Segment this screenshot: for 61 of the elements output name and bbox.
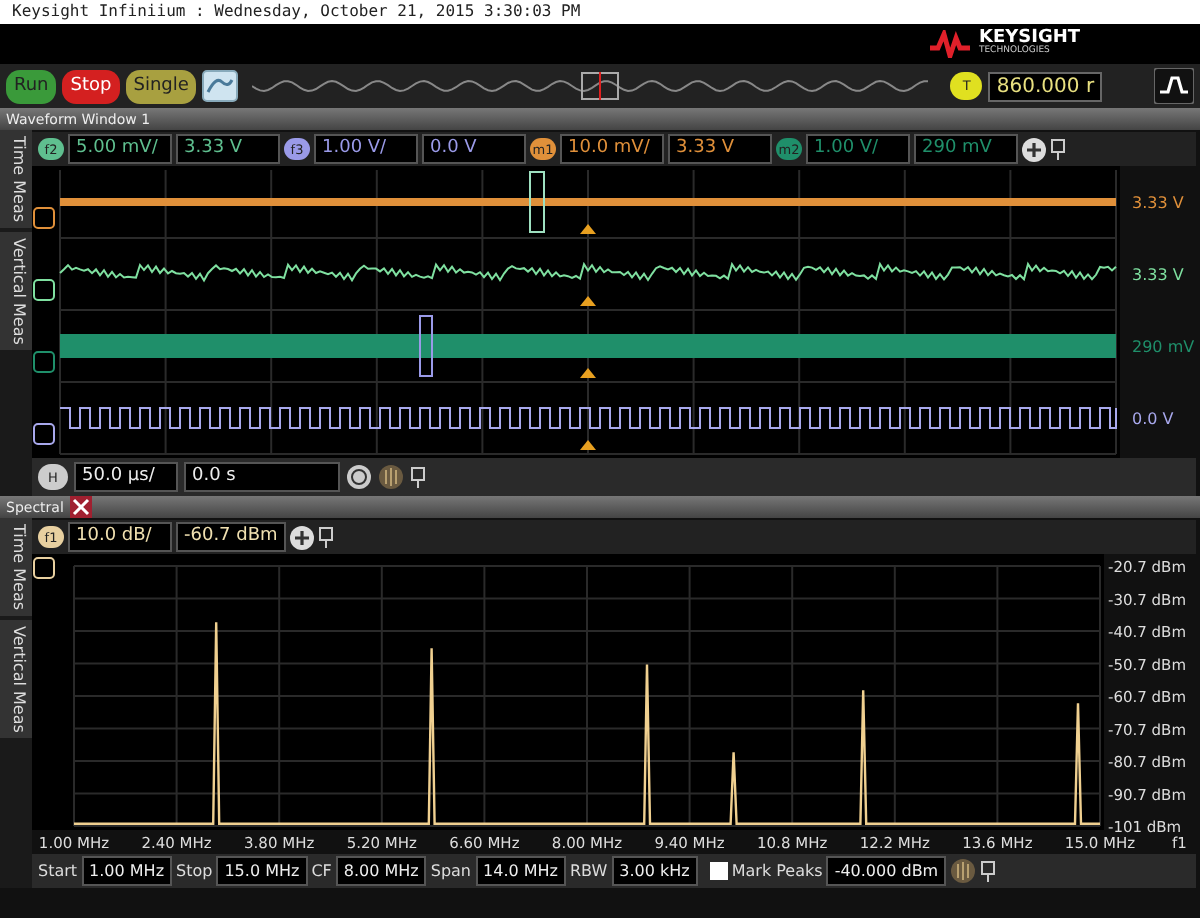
marker-box-icon[interactable] [419,315,433,377]
field-label: RBW [570,862,608,880]
field-label: CF [311,862,332,880]
frequency-field[interactable]: 1.00 MHz [81,856,173,886]
pin-icon[interactable] [317,526,334,548]
scale-field[interactable]: 10.0 dB/ [68,522,172,552]
window-title: Keysight Infiniium : Wednesday, October 21, 2015 3:30:03 PM [0,0,1200,24]
zoom-icon[interactable] [346,464,372,490]
trace-marker-icon[interactable] [33,207,55,229]
time-position-field[interactable]: 0.0 s [184,462,340,492]
close-icon[interactable] [69,496,92,518]
offset-field[interactable]: 3.33 V [176,134,280,164]
offset-field[interactable]: 0.0 V [422,134,526,164]
frequency-field[interactable]: 8.00 MHz [335,856,427,886]
side-tab[interactable]: Time Meas [0,518,32,617]
trace-level-label: 3.33 V [1132,266,1184,284]
add-icon[interactable] [1022,137,1046,161]
trace-level-label: 290 mV [1132,338,1195,356]
offset-field[interactable]: 290 mV [914,134,1018,164]
autoscale-icon[interactable] [202,70,239,102]
acquisition-button[interactable]: Run [6,69,57,103]
scale-field[interactable]: 1.00 V/ [806,134,910,164]
trace-marker-icon[interactable] [33,423,55,445]
mark-peaks-checkbox[interactable] [709,862,728,880]
scale-field[interactable]: 5.00 mV/ [68,134,172,164]
trigger-marker-icon [580,296,596,306]
offset-field[interactable]: -60.7 dBm [176,522,286,552]
field-label: Stop [176,862,213,880]
time-scale-field[interactable]: 50.0 µs/ [74,462,178,492]
offset-field[interactable]: 3.33 V [668,134,772,164]
threshold-field[interactable]: -40.000 dBm [826,856,947,886]
trace-level-label: 3.33 V [1132,194,1184,212]
field-label: Start [38,862,78,880]
add-icon[interactable] [289,525,314,549]
pin-icon[interactable] [980,860,997,882]
scale-field[interactable]: 10.0 mV/ [560,134,664,164]
side-tab[interactable]: Vertical Meas [0,620,32,739]
trigger-level-field[interactable]: 860.000 r [988,71,1103,101]
scale-field[interactable]: 1.00 V/ [314,134,418,164]
waveform-mode-icon[interactable] [1154,68,1194,104]
frequency-field[interactable]: 14.0 MHz [475,856,566,886]
pin-icon[interactable] [410,466,426,488]
frequency-field[interactable]: 3.00 kHz [611,856,698,886]
knob-icon[interactable] [950,858,977,884]
marker-box-icon[interactable] [529,171,545,233]
trigger-marker-icon [580,368,596,378]
trace-marker-icon[interactable] [33,279,55,301]
field-label: Span [430,862,472,880]
frequency-field[interactable]: 15.0 MHz [216,856,308,886]
checkbox-label: Mark Peaks [731,862,823,880]
side-tab[interactable]: Vertical Meas [0,232,32,351]
trigger-marker-icon [580,440,596,450]
side-tab[interactable]: Time Meas [0,130,32,229]
knob-icon[interactable] [378,464,404,490]
trace-marker-icon[interactable] [33,351,55,373]
acquisition-button[interactable]: Single [125,69,197,103]
acquisition-button[interactable]: Stop [62,69,120,103]
trigger-marker-icon [580,224,596,234]
pin-icon[interactable] [1050,138,1066,160]
trace-level-label: 0.0 V [1132,410,1174,428]
wave-logo-icon [928,30,973,58]
